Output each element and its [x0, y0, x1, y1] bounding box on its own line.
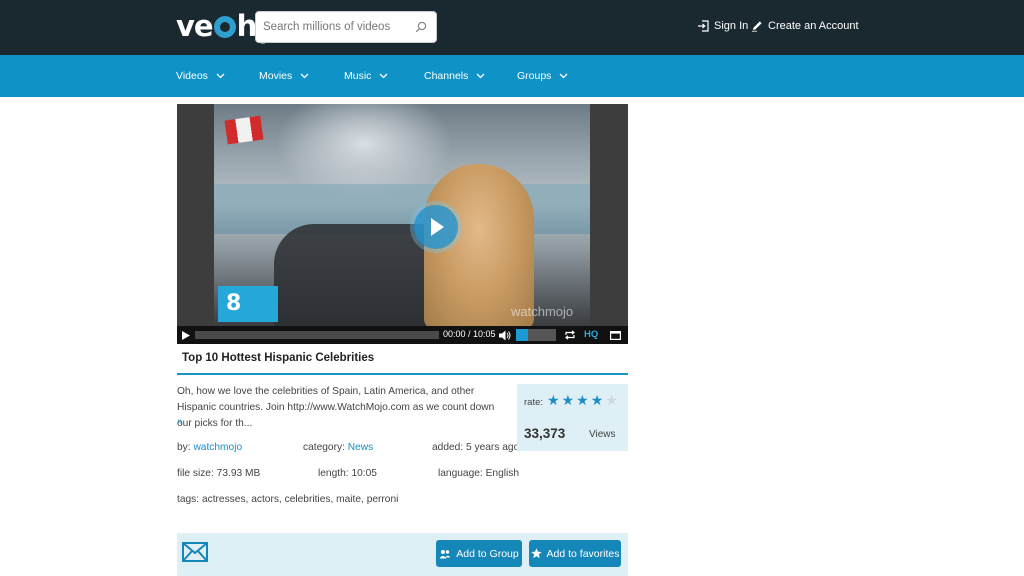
add-to-group-button[interactable]: Add to Group	[436, 540, 522, 567]
play-button[interactable]	[180, 326, 192, 344]
meta-length: length: 10:05	[318, 468, 377, 479]
chevron-down-icon	[216, 73, 225, 79]
meta-value: 73.93 MB	[216, 468, 261, 479]
nav-item-label: Music	[344, 70, 372, 82]
fullscreen-icon	[609, 330, 621, 340]
meta-label: by:	[177, 442, 191, 453]
meta-label: file size:	[177, 468, 214, 479]
star-rating[interactable]: ★★★★★	[547, 392, 620, 409]
meta-tags: tags: actresses, actors, celebrities, ma…	[177, 494, 398, 505]
meta-value: English	[485, 468, 520, 479]
main-nav: Videos Movies Music Channels Groups	[0, 55, 1024, 97]
rating-star[interactable]: ★	[547, 392, 562, 408]
sign-in-label: Sign In	[714, 20, 749, 32]
volume-slider[interactable]	[516, 329, 556, 341]
meta-label: language:	[438, 468, 483, 479]
meta-file-size: file size: 73.93 MB	[177, 468, 260, 479]
chevron-down-icon	[476, 73, 485, 79]
meta-label: category:	[303, 442, 345, 453]
tags-list: actresses, actors, celebrities, maite, p…	[201, 494, 399, 505]
meta-label: length:	[318, 468, 349, 479]
meta-language: language: English	[438, 468, 519, 479]
meta-added: added: 5 years ago	[432, 442, 519, 453]
rating-star[interactable]: ★	[605, 392, 620, 408]
seek-bar[interactable]	[195, 331, 439, 339]
volume-level	[516, 329, 528, 341]
video-frame: 8 Lui watchmojo	[214, 104, 590, 326]
search-input[interactable]	[256, 12, 406, 42]
group-icon	[439, 549, 451, 558]
chevron-down-icon	[379, 73, 388, 79]
meta-label: tags:	[177, 494, 200, 505]
nav-item-movies[interactable]: Movies	[259, 70, 309, 82]
rating-panel: rate: ★★★★★ 33,373 Views	[517, 384, 628, 451]
search-box[interactable]	[255, 11, 437, 43]
video-overlay-badge: 8 Lui	[218, 286, 278, 322]
meta-category: category: News	[303, 442, 373, 453]
nav-item-label: Movies	[259, 70, 293, 82]
play-icon	[182, 330, 190, 340]
nav-item-channels[interactable]: Channels	[424, 70, 485, 82]
more-description-link[interactable]: »	[177, 416, 183, 427]
nav-item-videos[interactable]: Videos	[176, 70, 225, 82]
view-count: 33,373	[524, 426, 566, 441]
author-link[interactable]: watchmojo	[193, 442, 242, 453]
nav-item-label: Groups	[517, 70, 552, 82]
nav-item-music[interactable]: Music	[344, 70, 388, 82]
volume-icon	[499, 330, 511, 340]
category-link[interactable]: News	[348, 442, 373, 453]
rating-star[interactable]: ★	[576, 392, 591, 408]
rating-star[interactable]: ★	[591, 392, 606, 408]
views-label: Views	[589, 429, 616, 440]
meta-author: by: watchmojo	[177, 442, 242, 453]
player-controls: 00:00 / 10:05 HQ	[177, 326, 628, 344]
meta-value: 10:05	[351, 468, 377, 479]
big-play-button[interactable]	[414, 205, 458, 249]
volume-button[interactable]	[498, 326, 512, 344]
rate-label: rate:	[524, 397, 544, 408]
video-watermark: watchmojo	[511, 304, 574, 319]
video-title: Top 10 Hottest Hispanic Celebrities	[182, 352, 375, 364]
meta-label: added:	[432, 442, 464, 453]
top-header: veh® Sign In Create an Account	[0, 0, 1024, 55]
create-account-link[interactable]: Create an Account	[751, 20, 859, 32]
add-to-group-label: Add to Group	[456, 547, 519, 560]
chevron-down-icon	[300, 73, 309, 79]
star-icon	[530, 548, 542, 559]
meta-value: 5 years ago	[466, 442, 520, 453]
email-share-icon[interactable]	[182, 542, 208, 562]
search-icon[interactable]	[415, 21, 427, 33]
create-account-label: Create an Account	[768, 20, 859, 32]
chevron-down-icon	[559, 73, 568, 79]
nav-item-label: Videos	[176, 70, 208, 82]
hq-toggle[interactable]: HQ	[584, 329, 598, 340]
add-to-favorites-label: Add to favorites	[546, 547, 620, 560]
flag-image	[224, 115, 264, 145]
sign-in-link[interactable]: Sign In	[697, 20, 748, 32]
rating-star[interactable]: ★	[562, 392, 577, 408]
time-display: 00:00 / 10:05	[443, 329, 496, 339]
loop-button[interactable]	[563, 326, 577, 344]
pencil-icon	[752, 21, 762, 32]
title-divider	[177, 373, 628, 375]
repeat-icon	[565, 330, 575, 340]
veoh-logo[interactable]: veh®	[176, 10, 267, 58]
video-description: Oh, how we love the celebrities of Spain…	[177, 386, 495, 429]
action-bar: Add to Group Add to favorites	[177, 533, 628, 576]
video-player[interactable]: 8 Lui watchmojo 00:00 / 10:05 HQ	[177, 104, 628, 344]
nav-item-label: Channels	[424, 70, 469, 82]
add-to-favorites-button[interactable]: Add to favorites	[529, 540, 621, 567]
sign-in-icon	[698, 20, 709, 32]
fullscreen-button[interactable]	[608, 326, 622, 344]
nav-item-groups[interactable]: Groups	[517, 70, 568, 82]
